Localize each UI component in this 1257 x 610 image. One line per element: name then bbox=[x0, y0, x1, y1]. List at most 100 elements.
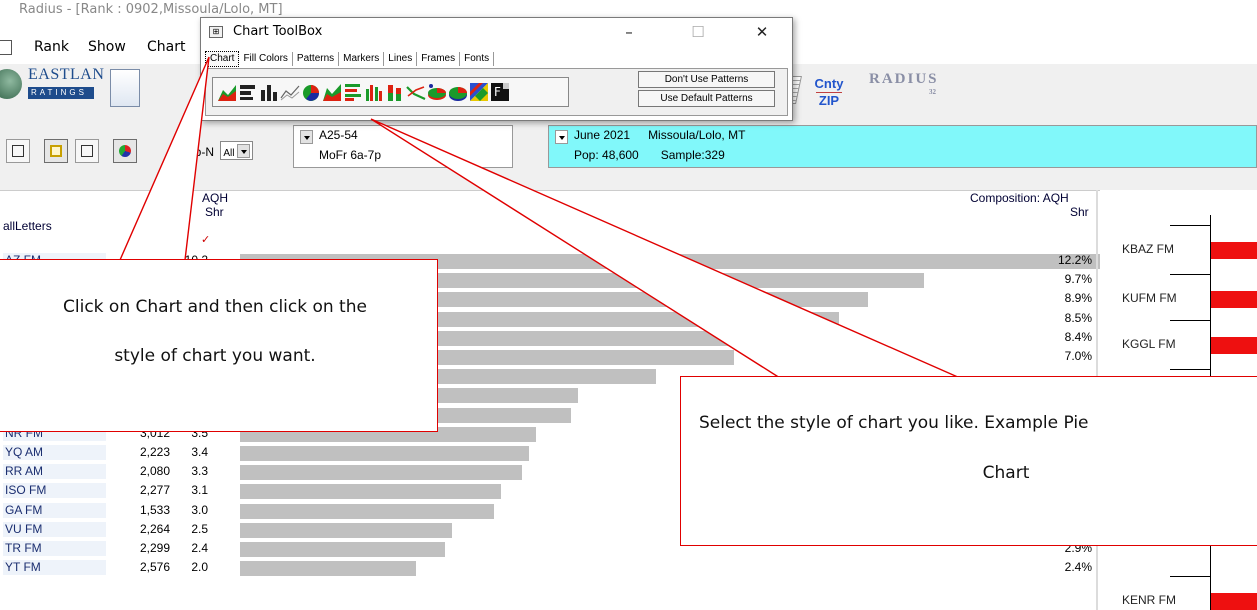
header-call-letters[interactable]: allLetters bbox=[3, 219, 52, 233]
doughnut-3d-chart-icon[interactable] bbox=[427, 82, 447, 102]
aqh-shr-cell: 3.3 bbox=[191, 464, 208, 479]
special-effects-chart-icon[interactable]: F bbox=[490, 82, 510, 102]
pie-chart-icon[interactable] bbox=[113, 139, 137, 163]
eastlan-logo: EASTLAN RATINGS bbox=[0, 66, 104, 104]
chart-type-icons: F bbox=[212, 77, 569, 107]
menu-chart[interactable]: Chart bbox=[147, 39, 185, 55]
topn-value: All bbox=[223, 148, 235, 159]
dont-use-patterns-button[interactable]: Don't Use Patterns bbox=[638, 71, 775, 88]
call-letters-cell: YT FM bbox=[3, 560, 106, 576]
chart-toolbox-dialog: ⊞ Chart ToolBox – ☐ ✕ Chart Fill Colors Pa… bbox=[200, 17, 793, 121]
3d-vertical-bar-chart-icon[interactable] bbox=[364, 82, 384, 102]
table-row[interactable]: YT FM 2,576 2.0 2.4% bbox=[0, 559, 1100, 577]
globe-icon bbox=[0, 69, 22, 99]
header-composition-bottom: Shr bbox=[1070, 205, 1089, 219]
topn-label: Top-N bbox=[182, 145, 215, 159]
call-letters-cell: ISO FM bbox=[3, 483, 106, 499]
header-cume-top: y bbox=[173, 204, 179, 218]
chart-bar bbox=[1211, 593, 1257, 610]
cume-cell: 1,533 bbox=[139, 502, 170, 517]
toolbox-tabs: Chart Fill Colors Patterns Markers Lines Fram… bbox=[205, 51, 495, 67]
market-line1: June 2021 Missoula/Lolo, MT bbox=[574, 128, 745, 142]
3d-area-chart-icon[interactable] bbox=[322, 82, 342, 102]
pie-3d-chart-icon[interactable] bbox=[448, 82, 468, 102]
header-aqh-shr-bottom: Shr bbox=[205, 205, 224, 219]
aqh-shr-cell: 3.1 bbox=[191, 483, 208, 498]
tab-patterns[interactable]: Patterns bbox=[293, 52, 340, 66]
tab-frames[interactable]: Frames bbox=[417, 52, 461, 66]
single-view-icon[interactable] bbox=[44, 139, 68, 163]
topn-select[interactable]: All bbox=[220, 141, 254, 160]
menu-show[interactable]: Show bbox=[88, 39, 126, 55]
color-scheme-chart-icon[interactable] bbox=[469, 82, 489, 102]
tab-fill-colors[interactable]: Fill Colors bbox=[239, 52, 293, 66]
radius-logo-text: RADIUS bbox=[869, 71, 939, 87]
chart-tick bbox=[1170, 576, 1210, 577]
line-chart-icon[interactable] bbox=[280, 82, 300, 102]
callout-left-line1: Click on Chart and then click on the bbox=[63, 297, 367, 317]
composition-bar bbox=[240, 503, 494, 519]
demo-selector[interactable]: A25-54 MoFr 6a-7p bbox=[293, 125, 513, 168]
document-icon[interactable] bbox=[0, 40, 12, 55]
vertical-bar-chart-icon[interactable] bbox=[259, 82, 279, 102]
call-letters-cell: GA FM bbox=[3, 502, 106, 518]
horizontal-bar-chart-icon[interactable] bbox=[238, 82, 258, 102]
chevron-down-icon[interactable] bbox=[300, 130, 313, 144]
tab-lines[interactable]: Lines bbox=[384, 52, 418, 66]
cume-cell: 2,576 bbox=[139, 560, 170, 575]
radius-logo-sub: 32 bbox=[929, 88, 936, 96]
header-aqh-shr-top[interactable]: AQH bbox=[202, 191, 228, 205]
cume-cell: 2,080 bbox=[139, 464, 170, 479]
market-selector[interactable]: June 2021 Missoula/Lolo, MT Pop: 48,600 Sa… bbox=[548, 125, 1257, 168]
composition-pct-cell: 8.4% bbox=[1064, 329, 1092, 344]
chart-category-label: KENR FM bbox=[1122, 593, 1176, 607]
use-default-patterns-button[interactable]: Use Default Patterns bbox=[638, 90, 775, 107]
tab-chart[interactable]: Chart bbox=[205, 51, 240, 67]
chart-tab-panel: F Don't Use Patterns Use Default Pattern… bbox=[205, 68, 788, 116]
chevron-down-icon[interactable] bbox=[555, 130, 568, 144]
chart-category-label: KGGL FM bbox=[1122, 337, 1176, 351]
svg-text:F: F bbox=[494, 85, 501, 99]
call-letters-cell: VU FM bbox=[3, 521, 106, 537]
report-icon[interactable] bbox=[6, 139, 30, 163]
market-name: Missoula/Lolo, MT bbox=[648, 128, 746, 142]
chart-category-label: KUFM FM bbox=[1122, 291, 1177, 305]
callout-right-line2: Chart bbox=[982, 463, 1030, 483]
pie-chart-icon[interactable] bbox=[301, 82, 321, 102]
chart-tick bbox=[1170, 369, 1210, 370]
scatter-chart-icon[interactable] bbox=[406, 82, 426, 102]
aqh-shr-cell: 2.0 bbox=[191, 560, 208, 575]
composition-pct-cell: 8.5% bbox=[1064, 310, 1092, 325]
aqh-shr-cell: 3.0 bbox=[191, 502, 208, 517]
new-document-icon[interactable] bbox=[110, 69, 140, 107]
chart-tick bbox=[1170, 320, 1210, 321]
maximize-button[interactable]: ☐ bbox=[675, 19, 721, 45]
market-period: June 2021 bbox=[574, 128, 631, 142]
chart-category-label: KBAZ FM bbox=[1122, 242, 1175, 256]
stacked-bar-chart-icon[interactable] bbox=[385, 82, 405, 102]
chart-bar bbox=[1211, 337, 1257, 354]
minimize-button[interactable]: – bbox=[606, 19, 652, 45]
filter-bar: Top-N All A25-54 MoFr 6a-7p June 2021 Mis… bbox=[0, 124, 1257, 180]
radius-logo: RADIUS 32 bbox=[869, 71, 939, 96]
composition-pct-cell: 2.4% bbox=[1064, 560, 1092, 575]
zip-label: ZIP bbox=[818, 93, 840, 108]
composition-pct-cell: 8.9% bbox=[1064, 291, 1092, 306]
cume-cell: 2,223 bbox=[139, 445, 170, 459]
3d-horizontal-bar-chart-icon[interactable] bbox=[343, 82, 363, 102]
area-chart-icon[interactable] bbox=[217, 82, 237, 102]
composition-pct-cell: 9.7% bbox=[1064, 272, 1092, 287]
market-population: Pop: 48,600 bbox=[574, 148, 639, 162]
split-view-icon[interactable] bbox=[75, 139, 99, 163]
composition-bar bbox=[240, 522, 452, 538]
close-button[interactable]: ✕ bbox=[739, 19, 785, 45]
cnty-zip-icon[interactable]: Cnty ZIP bbox=[814, 76, 844, 109]
menu-rank[interactable]: Rank bbox=[34, 39, 69, 55]
callout-right: Select the style of chart you like. Exam… bbox=[680, 376, 1257, 546]
tab-fonts[interactable]: Fonts bbox=[460, 52, 495, 66]
tab-markers[interactable]: Markers bbox=[339, 52, 385, 66]
callout-right-line1: Select the style of chart you like. Exam… bbox=[699, 413, 1089, 433]
cume-cell: 2,264 bbox=[139, 521, 170, 536]
cume-cell: 2,277 bbox=[139, 483, 170, 498]
chart-bar bbox=[1211, 291, 1257, 308]
